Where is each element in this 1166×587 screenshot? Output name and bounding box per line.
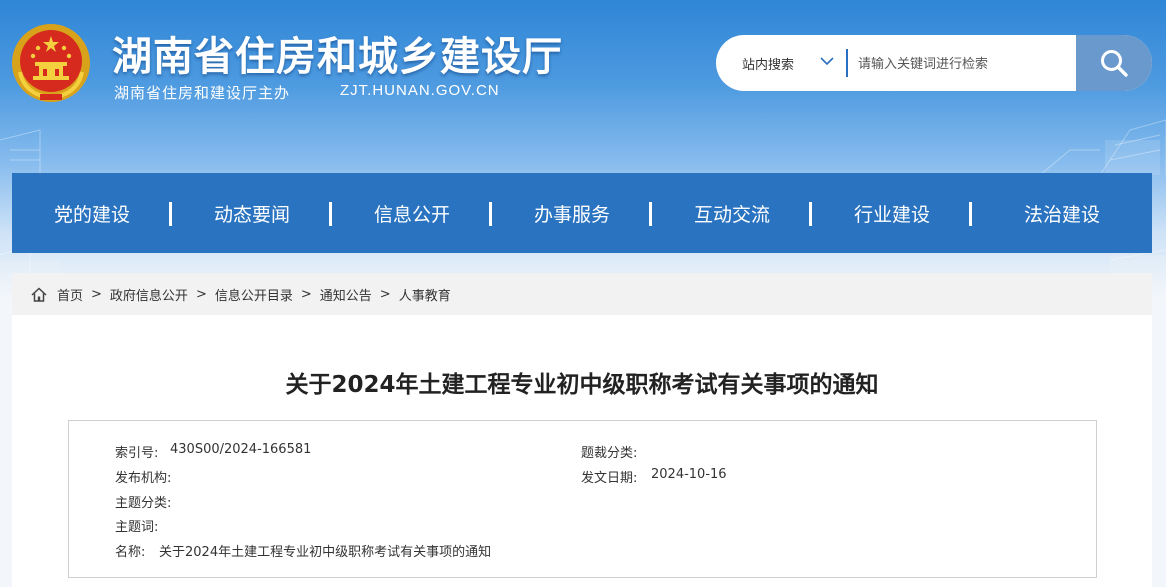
main-nav: 党的建设 动态要闻 信息公开 办事服务 互动交流 行业建设 法治建设	[12, 173, 1152, 253]
nav-item-rule-of-law[interactable]: 法治建设	[972, 173, 1152, 253]
site-header: 湖南省住房和城乡建设厅 湖南省住房和建设厅主办 ZJT.HUNAN.GOV.CN…	[0, 0, 1166, 300]
meta-keywords-label: 主题词:	[115, 520, 159, 535]
site-title: 湖南省住房和城乡建设厅	[112, 34, 563, 80]
breadcrumb-separator: >	[300, 286, 312, 302]
nav-item-services[interactable]: 办事服务	[492, 173, 652, 253]
meta-category-label: 题裁分类:	[581, 446, 638, 461]
meta-publisher-label: 发布机构:	[115, 471, 172, 486]
search-box: 站内搜索	[716, 35, 1152, 91]
breadcrumb-notices[interactable]: 通知公告	[320, 285, 372, 304]
nav-item-interaction[interactable]: 互动交流	[652, 173, 812, 253]
search-input[interactable]	[856, 48, 1080, 80]
breadcrumb-home[interactable]: 首页	[57, 285, 83, 304]
breadcrumb-hr-education[interactable]: 人事教育	[399, 285, 451, 304]
article-content: 关于2024年土建工程专业初中级职称考试有关事项的通知 索引号: 430S00/…	[12, 315, 1152, 587]
home-icon[interactable]	[31, 286, 47, 302]
nav-item-industry[interactable]: 行业建设	[812, 173, 972, 253]
nav-item-info-disclosure[interactable]: 信息公开	[332, 173, 492, 253]
nav-item-party-building[interactable]: 党的建设	[12, 173, 172, 253]
meta-name-value: 关于2024年土建工程专业初中级职称考试有关事项的通知	[159, 545, 492, 560]
meta-index-label: 索引号:	[115, 446, 159, 461]
chevron-down-icon[interactable]	[820, 56, 834, 66]
breadcrumb: 首页 > 政府信息公开 > 信息公开目录 > 通知公告 > 人事教育	[12, 273, 1152, 315]
search-scope-select[interactable]: 站内搜索	[742, 54, 794, 73]
search-icon	[1101, 50, 1128, 77]
article-title: 关于2024年土建工程专业初中级职称考试有关事项的通知	[285, 372, 879, 398]
national-emblem-icon	[12, 24, 90, 102]
article-meta-box: 索引号: 430S00/2024-166581 题裁分类: 发布机构: 发文日期…	[68, 420, 1097, 578]
meta-topic-label: 主题分类:	[115, 496, 172, 511]
meta-date-label: 发文日期:	[581, 471, 638, 486]
site-domain: ZJT.HUNAN.GOV.CN	[340, 82, 500, 99]
meta-index-value: 430S00/2024-166581	[170, 442, 312, 457]
site-subtitle: 湖南省住房和建设厅主办	[114, 84, 291, 102]
search-divider	[846, 49, 848, 77]
breadcrumb-separator: >	[195, 286, 207, 302]
nav-item-news[interactable]: 动态要闻	[172, 173, 332, 253]
search-button[interactable]	[1076, 35, 1152, 91]
breadcrumb-separator: >	[379, 286, 391, 302]
meta-date-value: 2024-10-16	[651, 467, 727, 482]
breadcrumb-gov-info[interactable]: 政府信息公开	[110, 285, 188, 304]
breadcrumb-info-catalog[interactable]: 信息公开目录	[215, 285, 293, 304]
breadcrumb-separator: >	[91, 286, 102, 302]
meta-name-label: 名称:	[115, 545, 146, 560]
